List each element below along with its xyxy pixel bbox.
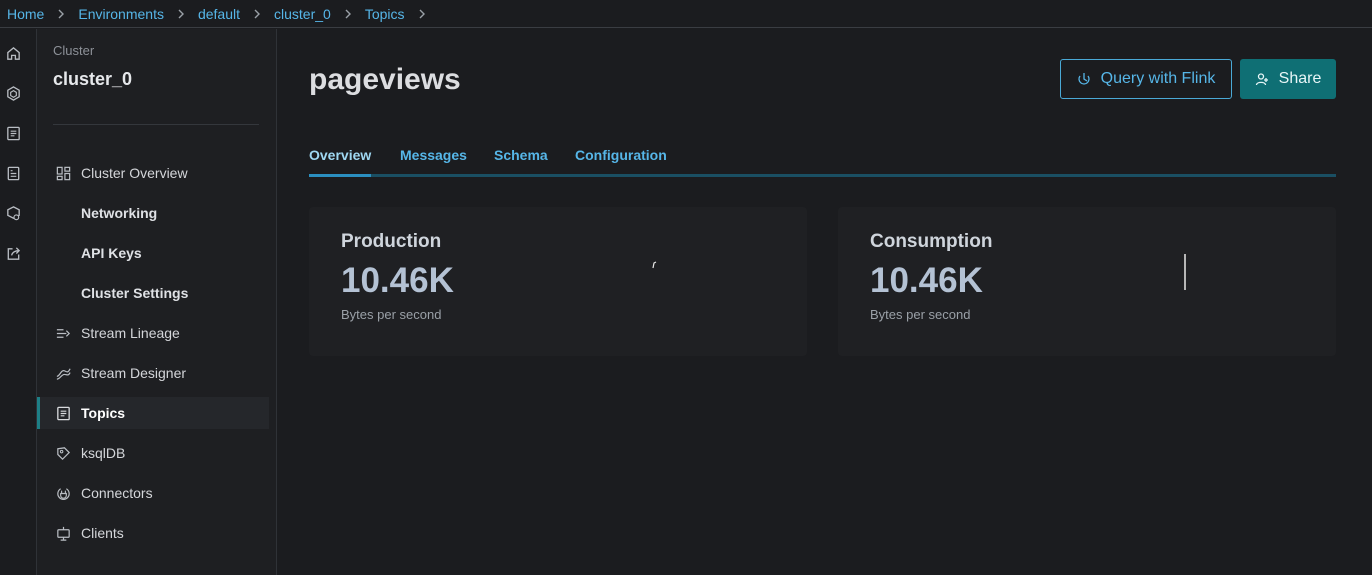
- sidebar-item-label: Stream Designer: [81, 365, 187, 381]
- card-title: Production: [341, 231, 442, 252]
- card-title: Consumption: [870, 231, 993, 252]
- data-portal-icon[interactable]: [3, 203, 23, 223]
- chevron-right-icon: [331, 9, 365, 19]
- sidebar-cluster-name: cluster_0: [53, 69, 133, 89]
- breadcrumb: Home Environments default cluster_0 Topi…: [0, 0, 1372, 28]
- production-card: Production 10.46K Bytes per second: [309, 207, 807, 356]
- sidebar-item-label: API Keys: [81, 245, 142, 261]
- card-unit: Bytes per second: [870, 307, 971, 322]
- sidebar-item-cluster-settings[interactable]: Cluster Settings: [37, 277, 269, 309]
- breadcrumb-cluster[interactable]: cluster_0: [274, 6, 331, 22]
- sidebar-item-stream-lineage[interactable]: Stream Lineage: [37, 317, 269, 349]
- icon-rail: [0, 29, 37, 575]
- topics-icon: [53, 403, 73, 423]
- chevron-right-icon: [164, 9, 198, 19]
- sidebar-item-label: ksqlDB: [81, 445, 126, 461]
- sidebar-item-stream-designer[interactable]: Stream Designer: [37, 357, 269, 389]
- sidebar-section-label: Cluster: [53, 43, 95, 58]
- active-tab-indicator: [309, 174, 371, 177]
- production-sparkline: [652, 261, 657, 269]
- share-out-icon[interactable]: [3, 243, 23, 263]
- sidebar-item-label: Cluster Overview: [81, 165, 188, 181]
- sidebar-item-api-keys[interactable]: API Keys: [37, 237, 269, 269]
- topic-tabs: Overview Messages Schema Configuration: [309, 141, 1336, 177]
- topic-main: pageviews Query with Flink Share Overvie…: [277, 29, 1369, 575]
- query-with-flink-button[interactable]: Query with Flink: [1060, 59, 1232, 99]
- environments-icon[interactable]: [3, 83, 23, 103]
- sidebar-divider: [53, 124, 259, 125]
- sidebar-item-label: Cluster Settings: [81, 285, 189, 301]
- query-with-flink-label: Query with Flink: [1100, 70, 1216, 87]
- card-value: 10.46K: [870, 261, 983, 300]
- consumption-card: Consumption 10.46K Bytes per second: [838, 207, 1336, 356]
- sidebar-item-networking[interactable]: Networking: [37, 197, 269, 229]
- chevron-right-icon: [240, 9, 274, 19]
- designer-icon: [53, 363, 73, 383]
- ksqldb-icon: [53, 443, 73, 463]
- tab-overview[interactable]: Overview: [309, 147, 371, 163]
- cluster-sidebar: Cluster cluster_0 Cluster Overview Netwo…: [37, 29, 277, 575]
- share-label: Share: [1278, 70, 1322, 87]
- sidebar-item-connectors[interactable]: Connectors: [37, 477, 269, 509]
- flink-query-icon: [1077, 72, 1091, 86]
- sidebar-item-cluster-overview[interactable]: Cluster Overview: [37, 157, 269, 189]
- chevron-right-icon: [44, 9, 78, 19]
- sidebar-item-clients[interactable]: Clients: [37, 517, 269, 549]
- connectors-icon: [53, 483, 73, 503]
- home-icon[interactable]: [3, 43, 23, 63]
- card-unit: Bytes per second: [341, 307, 442, 322]
- breadcrumb-environments[interactable]: Environments: [78, 6, 164, 22]
- breadcrumb-topics[interactable]: Topics: [365, 6, 405, 22]
- sidebar-item-label: Connectors: [81, 485, 153, 501]
- documents-icon[interactable]: [3, 123, 23, 143]
- breadcrumb-default[interactable]: default: [198, 6, 240, 22]
- sidebar-item-label: Clients: [81, 525, 124, 541]
- chevron-right-icon: [405, 9, 439, 19]
- consumption-sparkline: [1184, 254, 1186, 290]
- sidebar-item-topics[interactable]: Topics: [37, 397, 269, 429]
- breadcrumb-home[interactable]: Home: [7, 6, 44, 22]
- add-user-icon: [1255, 72, 1269, 86]
- tab-messages[interactable]: Messages: [400, 147, 467, 163]
- sidebar-item-label: Stream Lineage: [81, 325, 180, 341]
- lineage-icon: [53, 323, 73, 343]
- notes-icon[interactable]: [3, 163, 23, 183]
- share-button[interactable]: Share: [1240, 59, 1336, 99]
- sidebar-item-label: Networking: [81, 205, 158, 221]
- card-value: 10.46K: [341, 261, 454, 300]
- dashboard-icon: [53, 163, 73, 183]
- sidebar-item-ksqldb[interactable]: ksqlDB: [37, 437, 269, 469]
- clients-icon: [53, 523, 73, 543]
- tab-configuration[interactable]: Configuration: [575, 147, 667, 163]
- sidebar-item-label: Topics: [81, 405, 126, 421]
- tab-schema[interactable]: Schema: [494, 147, 548, 163]
- page-title: pageviews: [309, 63, 461, 96]
